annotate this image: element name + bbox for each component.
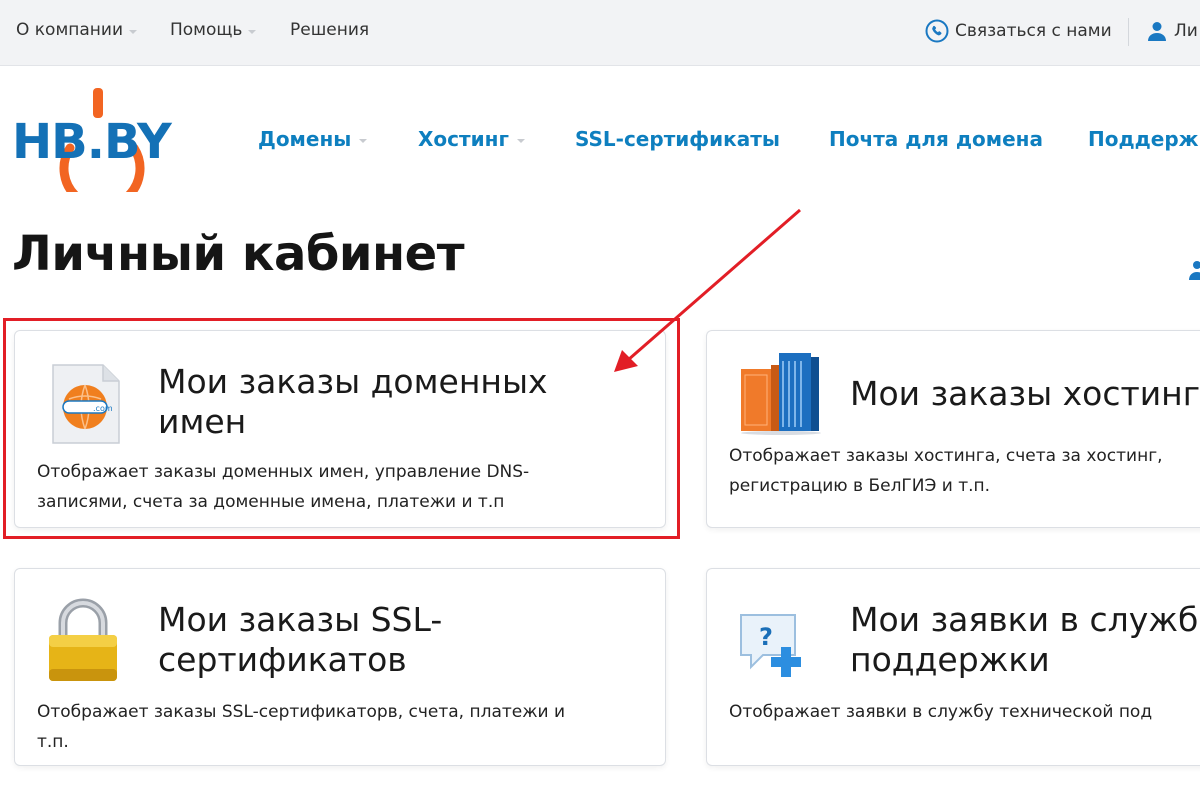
chevron-down-icon: [359, 139, 368, 143]
topbar-link-about-label: О компании: [16, 20, 124, 40]
card-ssl-orders-description: Отображает заказы SSL-сертификаторв, сче…: [37, 697, 565, 757]
nav-item-domains[interactable]: Домены: [258, 127, 368, 151]
nav-item-support-label: Поддерж: [1088, 127, 1199, 151]
phone-icon: [925, 19, 949, 43]
page-title: Личный кабинет: [12, 226, 465, 282]
account-link[interactable]: Ли: [1146, 20, 1198, 42]
card-title-line: Мои заказы SSL-: [158, 600, 443, 639]
card-desc-line: регистрацию в БелГИЭ и т.п.: [729, 476, 991, 496]
padlock-icon: [49, 598, 117, 681]
chevron-down-icon: [516, 139, 525, 143]
nav-item-hosting[interactable]: Хостинг: [418, 127, 525, 151]
card-domain-orders-description: Отображает заказы доменных имен, управле…: [37, 457, 529, 517]
nav-item-mail[interactable]: Почта для домена: [829, 127, 1043, 151]
card-title-line: Мои заказы хостинг: [850, 374, 1200, 413]
topbar-divider: [1128, 18, 1129, 46]
nav-item-domains-label: Домены: [258, 127, 352, 151]
card-desc-line: Отображает заказы SSL-сертификаторв, сче…: [37, 702, 566, 722]
card-support-requests-title: Мои заявки в служб поддержки: [850, 600, 1198, 680]
card-title-line: имен: [158, 402, 247, 441]
card-title-line: Мои заказы доменных: [158, 362, 548, 401]
top-utility-bar: О компании Помощь Решения Связаться с на…: [0, 0, 1200, 66]
topbar-link-solutions-label: Решения: [290, 20, 370, 40]
card-domain-orders[interactable]: .com Мои заказы доменных имен Отображает…: [14, 330, 666, 528]
topbar-link-about[interactable]: О компании: [16, 20, 138, 40]
nav-item-hosting-label: Хостинг: [418, 127, 509, 151]
topbar-link-solutions[interactable]: Решения: [290, 20, 369, 40]
contact-us-label: Связаться с нами: [955, 21, 1112, 41]
user-icon: [1148, 22, 1166, 41]
card-hosting-orders[interactable]: Мои заказы хостинг Отображает заказы хос…: [706, 330, 1200, 528]
nav-item-ssl-label: SSL-сертификаты: [575, 127, 780, 151]
card-desc-line: записями, счета за доменные имена, плате…: [37, 492, 505, 512]
nav-item-support[interactable]: Поддерж: [1088, 127, 1199, 151]
support-request-icon: ?: [740, 614, 801, 677]
support-icon-label: ?: [759, 623, 773, 651]
user-icon[interactable]: [1186, 260, 1200, 280]
card-title-line: Мои заявки в служб: [850, 600, 1199, 639]
card-desc-line: Отображает заявки в службу технической п…: [729, 702, 1153, 722]
nav-item-ssl[interactable]: SSL-сертификаты: [575, 127, 780, 151]
chevron-down-icon: [129, 29, 138, 34]
card-desc-line: т.п.: [37, 732, 69, 752]
account-label: Ли: [1174, 21, 1198, 41]
chevron-down-icon: [248, 29, 257, 34]
card-ssl-orders[interactable]: Мои заказы SSL- сертификатов Отображает …: [14, 568, 666, 766]
card-support-requests[interactable]: ? Мои заявки в служб поддержки Отображае…: [706, 568, 1200, 766]
topbar-link-help-label: Помощь: [170, 20, 243, 40]
svg-text:HB.BY: HB.BY: [12, 114, 173, 170]
card-domain-orders-title: Мои заказы доменных имен: [158, 362, 548, 442]
domain-document-icon: .com: [52, 364, 120, 444]
card-hosting-orders-description: Отображает заказы хостинга, счета за хос…: [729, 441, 1163, 501]
card-ssl-orders-title: Мои заказы SSL- сертификатов: [158, 600, 442, 680]
card-title-line: поддержки: [850, 640, 1050, 679]
card-title-line: сертификатов: [158, 640, 407, 679]
topbar-link-help[interactable]: Помощь: [170, 20, 257, 40]
contact-us-link[interactable]: Связаться с нами: [925, 19, 1112, 43]
card-support-requests-description: Отображает заявки в службу технической п…: [729, 697, 1152, 727]
domain-icon-label: .com: [93, 404, 113, 413]
hb-by-logo[interactable]: HB.BY: [12, 88, 188, 192]
server-rack-icon: [741, 353, 821, 435]
card-desc-line: Отображает заказы доменных имен, управле…: [37, 462, 530, 482]
nav-item-mail-label: Почта для домена: [829, 127, 1043, 151]
card-desc-line: Отображает заказы хостинга, счета за хос…: [729, 446, 1163, 466]
card-hosting-orders-title: Мои заказы хостинг: [850, 374, 1200, 414]
